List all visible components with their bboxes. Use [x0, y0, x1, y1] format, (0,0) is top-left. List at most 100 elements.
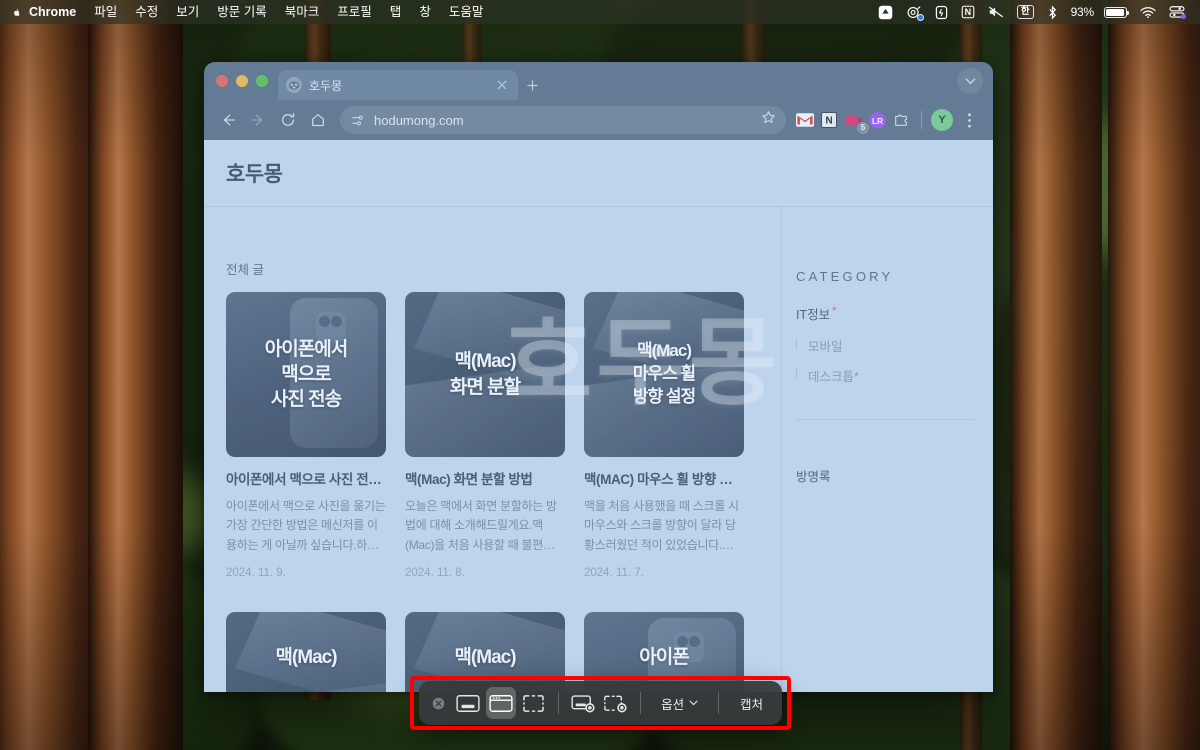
close-circle-icon[interactable]	[425, 696, 452, 711]
record-entire-screen-button[interactable]	[568, 687, 599, 719]
category-dot: *	[832, 304, 837, 317]
menu-chrome[interactable]: Chrome	[23, 0, 85, 24]
thumbnail-text: 맥(Mac) 마우스 휠 방향 설정	[584, 292, 744, 457]
menu-window[interactable]: 창	[410, 0, 440, 24]
post-thumbnail[interactable]: 맥(Mac)	[226, 612, 386, 692]
post-card[interactable]: 맥(Mac) 화면 분할 맥(Mac) 화면 분할 방법 오늘은 맥에서 화면 …	[405, 292, 565, 579]
guestbook-link[interactable]: 방명록	[796, 466, 993, 485]
battery-status[interactable]: 93%	[1071, 0, 1130, 24]
svg-text:N: N	[825, 116, 832, 127]
puzzle-extension-icon[interactable]	[890, 109, 912, 131]
record-selection-button[interactable]	[601, 687, 632, 719]
notion-extension-icon[interactable]: N	[818, 109, 840, 131]
thumbnail-line: 맥(Mac)	[454, 351, 516, 373]
thumbnail-line: 마우스 휠	[632, 364, 696, 384]
menu-profile[interactable]: 프로필	[328, 0, 381, 24]
post-thumbnail[interactable]: 맥(Mac)	[405, 612, 565, 692]
post-card[interactable]: 맥(Mac) 마우스 휠 방향 설정 맥(MAC) 마우스 휠 방향 … 맥을 …	[584, 292, 744, 579]
apple-logo-icon[interactable]	[9, 5, 23, 20]
app-status-icon[interactable]	[906, 0, 924, 24]
site-title[interactable]: 호두몽	[226, 158, 283, 188]
post-thumbnail[interactable]: 맥(Mac) 마우스 휠 방향 설정	[584, 292, 744, 457]
thumbnail-line: 아이폰에서	[264, 338, 348, 360]
close-window-button[interactable]	[216, 75, 228, 87]
bluetooth-icon[interactable]	[1047, 0, 1058, 24]
three-dot-menu-icon[interactable]	[955, 106, 983, 134]
post-card[interactable]: 맥(Mac)	[405, 612, 565, 692]
home-icon[interactable]	[304, 106, 332, 134]
post-thumbnail[interactable]: 아이폰에서 맥으로 사진 전송	[226, 292, 386, 457]
thumbnail-text: 맥(Mac)	[226, 612, 386, 692]
options-button[interactable]: 옵션	[649, 694, 710, 713]
category-item-mobile[interactable]: 모바일	[796, 336, 993, 355]
close-tab-icon[interactable]	[494, 77, 510, 93]
post-card[interactable]: 아이폰에서 맥으로 사진 전송 아이폰에서 맥으로 사진 전… 아이폰에서 맥으…	[226, 292, 386, 579]
category-heading: CATEGORY	[796, 269, 894, 284]
forward-arrow-icon[interactable]	[244, 106, 272, 134]
category-item-desktop[interactable]: 데스크톱*	[796, 366, 993, 385]
browser-toolbar: hodumong.com N 5 LR Y	[204, 100, 993, 140]
new-tab-button[interactable]	[518, 70, 546, 100]
speaker-muted-icon[interactable]	[988, 0, 1004, 24]
screenshot-toolbar[interactable]: 옵션 캡처	[419, 681, 782, 725]
input-source-indicator[interactable]: 한	[1016, 0, 1034, 24]
post-card[interactable]: 아이폰	[584, 612, 744, 692]
category-item-it[interactable]: IT정보 *	[796, 304, 993, 323]
menu-bookmarks[interactable]: 북마크	[276, 0, 329, 24]
thumbnail-line: 맥(Mac)	[275, 647, 337, 668]
menu-view[interactable]: 보기	[167, 0, 208, 24]
profile-avatar[interactable]: Y	[931, 109, 953, 131]
notification-badge	[916, 14, 924, 21]
minimize-window-button[interactable]	[236, 75, 248, 87]
category-label: 모바일	[808, 340, 843, 354]
back-arrow-icon[interactable]	[214, 106, 242, 134]
video-extension-icon[interactable]: 5	[842, 109, 869, 134]
tab-search-chevron-down-icon[interactable]	[957, 68, 983, 94]
url-text: hodumong.com	[374, 112, 464, 128]
capture-entire-screen-button[interactable]	[453, 687, 484, 719]
star-icon[interactable]	[761, 110, 776, 130]
address-bar[interactable]: hodumong.com	[340, 106, 786, 134]
capture-button[interactable]: 캡처	[727, 694, 776, 713]
lr-extension-icon[interactable]: LR	[866, 109, 888, 131]
notion-icon[interactable]: N	[961, 0, 975, 24]
post-title[interactable]: 아이폰에서 맥으로 사진 전…	[226, 468, 386, 488]
reload-icon[interactable]	[274, 106, 302, 134]
post-date: 2024. 11. 8.	[405, 567, 465, 579]
browser-tab[interactable]: 호두몽	[278, 70, 518, 100]
menu-tab[interactable]: 탭	[381, 0, 411, 24]
capture-window-button[interactable]	[485, 687, 517, 719]
post-excerpt: 맥을 처음 사용했을 때 스크롤 시 마우스와 스크롤 방향이 달라 당황스러웠…	[584, 499, 739, 552]
post-title[interactable]: 맥(MAC) 마우스 휠 방향 …	[584, 468, 744, 488]
menu-history[interactable]: 방문 기록	[208, 0, 275, 24]
chrome-browser-window[interactable]: 호두몽 hodumong.com N 5 LR Y 호두몽 전체 글 아이폰에서…	[204, 62, 993, 692]
battery-app-icon[interactable]	[935, 0, 948, 24]
thumbnail-line: 아이폰	[639, 647, 689, 668]
menu-edit[interactable]: 수정	[126, 0, 167, 24]
site-settings-tune-icon[interactable]	[350, 113, 365, 128]
post-title[interactable]: 맥(Mac) 화면 분할 방법	[405, 468, 565, 488]
category-label: IT정보	[796, 308, 831, 322]
menu-help[interactable]: 도움말	[440, 0, 493, 24]
thumbnail-text: 맥(Mac)	[405, 612, 565, 692]
maximize-window-button[interactable]	[256, 75, 268, 87]
post-thumbnail[interactable]: 아이폰	[584, 612, 744, 692]
post-excerpt: 아이폰에서 맥으로 사진을 옮기는 가장 간단한 방법은 메신저를 이용하는 게…	[226, 499, 386, 552]
post-date: 2024. 11. 7.	[584, 567, 644, 579]
capture-selection-button[interactable]	[518, 687, 549, 719]
post-card[interactable]: 맥(Mac)	[226, 612, 386, 692]
gmail-extension-icon[interactable]	[794, 109, 816, 131]
toolbar-separator	[557, 692, 559, 714]
svg-text:LR: LR	[871, 115, 882, 125]
wifi-icon[interactable]	[1140, 0, 1156, 24]
control-center-icon[interactable]	[1169, 0, 1186, 24]
menu-file[interactable]: 파일	[85, 0, 126, 24]
category-dot: *	[854, 370, 859, 384]
post-thumbnail[interactable]: 맥(Mac) 화면 분할	[405, 292, 565, 457]
thumbnail-line: 맥(Mac)	[454, 647, 516, 668]
update-badge	[1181, 14, 1186, 19]
post-list-column: 전체 글 아이폰에서 맥으로 사진 전송 아이폰에서 맥으로 사진 전… 아이폰…	[204, 207, 781, 692]
tab-strip-actions	[957, 62, 993, 100]
macos-menubar: Chrome 파일 수정 보기 방문 기록 북마크 프로필 탭 창 도움말 N …	[0, 0, 1200, 24]
dropbox-icon[interactable]	[878, 0, 893, 24]
